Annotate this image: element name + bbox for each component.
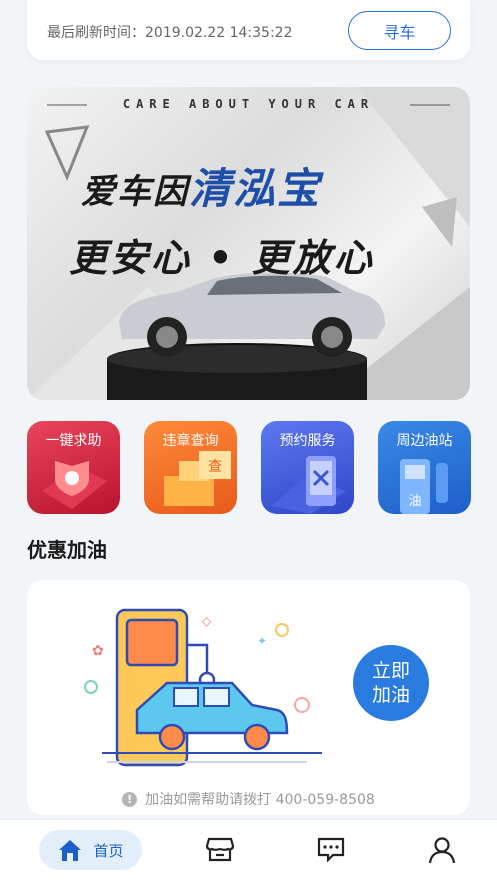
nav-home[interactable]: 首页	[39, 830, 142, 870]
refuel-now-line2: 加油	[371, 684, 410, 706]
fuel-help-row: ! 加油如需帮助请拨打 400-059-8508	[27, 789, 470, 809]
refuel-now-button[interactable]: 立即 加油	[353, 645, 429, 721]
discount-fuel-title: 优惠加油	[27, 538, 107, 562]
bottom-nav: 首页	[0, 819, 497, 883]
fuel-car-illustration: ✿ ✦ ◇	[84, 608, 322, 767]
svg-text:✿: ✿	[92, 643, 104, 659]
banner-subheadline: 更安心 • 更放心	[69, 236, 375, 280]
fuel-help-text: 加油如需帮助请拨打 400-059-8508	[145, 792, 375, 808]
refuel-now-line1: 立即	[371, 660, 410, 682]
fuel-card: ✿ ✦ ◇ 立即 加油 ! 加油如需帮助请拨打 400-059-8508	[27, 580, 470, 815]
tile-nearby-gas[interactable]: 油 周边油站	[378, 421, 471, 514]
banner-tagline: CARE ABOUT YOUR CAR	[122, 97, 375, 111]
promo-banner[interactable]: CARE ABOUT YOUR CAR 爱车因清泓宝 更安心 • 更放心	[27, 87, 470, 400]
store-icon[interactable]	[206, 836, 234, 862]
user-icon[interactable]	[428, 836, 456, 864]
find-car-button[interactable]: 寻车	[348, 11, 451, 50]
last-refresh-time: 最后刷新时间：2019.02.22 14:35:22	[47, 25, 293, 41]
tile-violation-label: 违章查询	[162, 433, 219, 449]
tile-appointment-label: 预约服务	[279, 433, 336, 449]
svg-text:◇: ◇	[202, 614, 212, 628]
message-icon[interactable]	[317, 836, 345, 862]
tile-sos[interactable]: 一键求助	[27, 421, 120, 514]
refresh-card: 最后刷新时间：2019.02.22 14:35:22 寻车	[27, 0, 470, 60]
banner-headline: 爱车因清泓宝	[81, 155, 321, 216]
banner-brand: 清泓宝	[189, 164, 322, 213]
home-icon	[59, 840, 82, 861]
nav-home-label: 首页	[93, 841, 124, 860]
info-icon: !	[122, 791, 138, 807]
tile-nearby-gas-label: 周边油站	[396, 433, 453, 449]
tile-violation-query[interactable]: 查 违章查询	[144, 421, 237, 514]
svg-text:查: 查	[208, 459, 222, 475]
svg-text:油: 油	[408, 494, 421, 509]
banner-headline-prefix: 爱车因	[81, 172, 189, 212]
svg-text:✦: ✦	[257, 634, 267, 648]
tile-sos-label: 一键求助	[45, 433, 102, 449]
tile-appointment[interactable]: 预约服务	[261, 421, 354, 514]
